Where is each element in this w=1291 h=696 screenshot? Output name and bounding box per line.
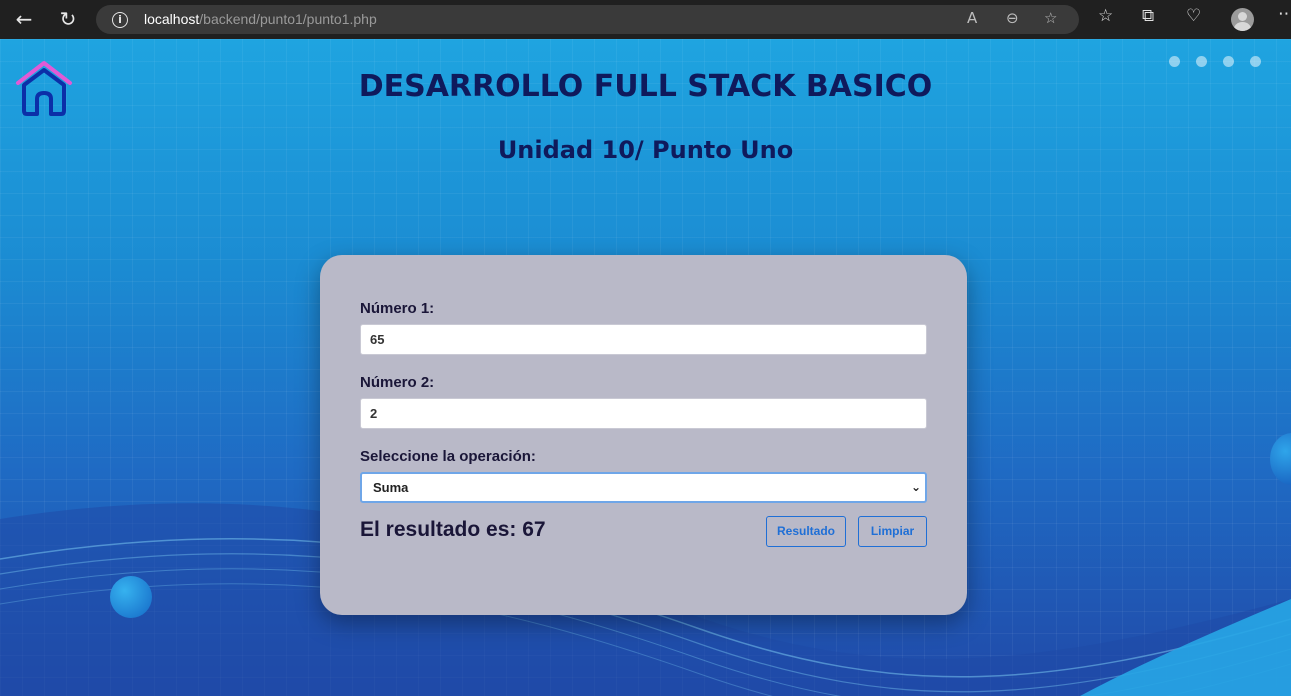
chevron-down-icon: ⌄	[910, 480, 921, 494]
decorative-orb	[110, 576, 152, 618]
dot	[1196, 56, 1207, 67]
page-body: DESARROLLO FULL STACK BASICO Unidad 10/ …	[0, 39, 1291, 696]
dot	[1223, 56, 1234, 67]
favorites-icon[interactable]: ☆	[1098, 6, 1113, 26]
result-text: El resultado es: 67	[360, 518, 546, 541]
calculator-card: Número 1: 65 Número 2: 2 Seleccione la o…	[320, 255, 967, 615]
profile-avatar-icon[interactable]	[1231, 8, 1254, 31]
read-aloud-icon[interactable]: A	[967, 9, 977, 27]
url-text[interactable]: localhost/backend/punto1/punto1.php	[144, 11, 377, 27]
browser-essentials-icon[interactable]: ♡	[1186, 6, 1201, 26]
number1-label: Número 1:	[360, 300, 435, 317]
collections-icon[interactable]: ⧉	[1142, 6, 1154, 26]
number1-input[interactable]: 65	[360, 324, 927, 355]
more-menu-icon[interactable]: ⋯	[1278, 4, 1291, 24]
number2-label: Número 2:	[360, 374, 435, 391]
info-icon[interactable]: i	[112, 12, 128, 28]
url-path: /backend/punto1/punto1.php	[199, 11, 377, 27]
dot	[1169, 56, 1180, 67]
url-host: localhost	[144, 11, 200, 27]
page-title: DESARROLLO FULL STACK BASICO	[358, 69, 933, 104]
result-button[interactable]: Resultado	[766, 516, 846, 547]
zoom-out-icon[interactable]: ⊖	[1006, 9, 1019, 27]
reload-icon[interactable]: ↻	[50, 1, 86, 37]
number2-input[interactable]: 2	[360, 398, 927, 429]
operation-selected-value: Suma	[373, 480, 409, 495]
address-bar[interactable]: i localhost/backend/punto1/punto1.php A …	[96, 5, 1079, 34]
dot	[1250, 56, 1261, 67]
back-arrow-icon[interactable]: ←	[6, 1, 42, 37]
operation-label: Seleccione la operación:	[360, 448, 536, 465]
favorite-star-icon[interactable]: ☆	[1044, 9, 1057, 27]
page-subtitle: Unidad 10/ Punto Uno	[497, 136, 794, 164]
browser-toolbar: ← ↻ i localhost/backend/punto1/punto1.ph…	[0, 0, 1291, 39]
operation-select[interactable]: Suma ⌄	[360, 472, 927, 503]
clear-button[interactable]: Limpiar	[858, 516, 927, 547]
decorative-dots	[1169, 56, 1261, 67]
